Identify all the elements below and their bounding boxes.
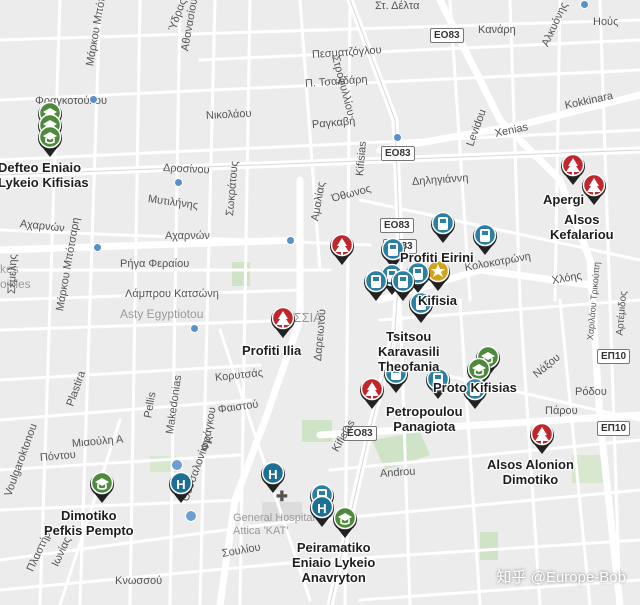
poi-label-line: Peiramatiko	[296, 540, 371, 555]
place-dot[interactable]	[190, 324, 199, 333]
poi-label-line: Lykeio Kifisias	[0, 175, 89, 190]
poi-label-line: Dimotiko	[502, 472, 559, 487]
area-label: Asty Egyptiotou	[120, 307, 204, 321]
park-pin-icon[interactable]	[359, 376, 385, 410]
svg-text:H: H	[268, 467, 277, 482]
poi-label-line: Petropoulou	[386, 404, 463, 419]
poi-label-line: Defteo Eniaio	[0, 160, 82, 175]
place-dot[interactable]	[174, 178, 183, 187]
poi-label-line: Apergi	[543, 192, 585, 207]
street-label: Σέμελης	[6, 253, 20, 295]
poi-label-line: Profiti Eirini	[400, 250, 474, 265]
street-label: Πάρου	[545, 405, 578, 417]
school-pin-icon[interactable]	[332, 505, 358, 539]
poi-label-line: Profiti Ilia	[242, 343, 302, 358]
metro-station-icon[interactable]	[185, 510, 197, 522]
green-area	[302, 420, 332, 442]
poi-label-kifisia[interactable]: Kifisia	[418, 293, 457, 308]
poi-label-line: Anavryton	[301, 570, 366, 585]
street-label: Νικολάου	[205, 107, 252, 122]
place-dot[interactable]	[580, 0, 589, 9]
transit-pin-icon[interactable]	[363, 268, 389, 302]
school-pin-icon[interactable]	[89, 470, 115, 504]
poi-label-line: Panagiota	[393, 419, 456, 434]
street-label: Αχαρνών	[165, 230, 210, 242]
poi-label-profiti-ilia[interactable]: Profiti Ilia	[242, 343, 301, 358]
poi-label-line: Proto Kifisias	[433, 380, 517, 395]
place-dot[interactable]	[89, 95, 98, 104]
poi-label-dimotiko-pefkis[interactable]: Dimotiko Pefkis Pempto	[44, 508, 134, 538]
street-label: Ηούς	[593, 16, 619, 28]
green-area	[232, 262, 250, 286]
road-shield: ΕΠ10	[597, 349, 631, 364]
street-label: Λάμπρου Κατσώνη	[125, 288, 219, 300]
place-dot[interactable]	[93, 243, 102, 252]
place-dot[interactable]	[286, 236, 295, 245]
transit-pin-icon[interactable]	[472, 222, 498, 256]
place-dot[interactable]	[393, 133, 402, 142]
poi-label-line: Theofania	[378, 359, 440, 374]
poi-label-line: Kefalariou	[550, 227, 614, 242]
street-label: Κνωσσού	[115, 575, 163, 587]
poi-label-line: Pefkis Pempto	[44, 523, 134, 538]
hospital-pin-icon[interactable]: H	[260, 460, 286, 494]
poi-label-apergi[interactable]: Apergi	[543, 192, 584, 207]
poi-label-line: Eniaio Lykeio	[292, 555, 376, 570]
poi-label-alsos-alonion[interactable]: Alsos Alonion Dimotiko	[487, 457, 574, 487]
poi-label-petropoulou[interactable]: Petropoulou Panagiota	[386, 404, 463, 434]
street-label: Στ. Δέλτα	[375, 0, 420, 12]
street-label: Androu	[379, 465, 416, 480]
poi-label-peiramatiko[interactable]: Peiramatiko Eniaio Lykeio Anavryton	[292, 540, 375, 585]
street-label: Ρήγα Φεραίου	[120, 258, 190, 270]
svg-text:H: H	[317, 501, 326, 516]
map-canvas[interactable]: Asty Egyptiotou General Hospital of Atti…	[0, 0, 640, 605]
road-shield: EO83	[380, 218, 414, 233]
park-pin-icon[interactable]	[270, 305, 296, 339]
poi-label-proto-kifisias[interactable]: Proto Kifisias	[433, 380, 517, 395]
transit-pin-icon[interactable]	[430, 210, 456, 244]
poi-label-line: Karavasili	[378, 344, 440, 359]
poi-label-alsos-kefalariou[interactable]: Alsos Kefalariou	[550, 212, 614, 242]
park-pin-icon[interactable]	[581, 172, 607, 206]
poi-label-profiti-eirini[interactable]: Profiti Eirini	[400, 250, 474, 265]
poi-label-line: Kifisia	[418, 293, 458, 308]
poi-label-line: Alsos	[564, 212, 600, 227]
poi-label-line: Alsos Alonion	[487, 457, 574, 472]
poi-label-line: Tsitsou	[386, 329, 432, 344]
poi-label-tsitsou[interactable]: Tsitsou Karavasili Theofania	[378, 329, 439, 374]
hospital-pin-icon[interactable]: H	[168, 470, 194, 504]
street-label: Ρόδου	[575, 386, 607, 398]
watermark: 知乎 @Europe-Bob	[496, 569, 626, 586]
svg-text:H: H	[176, 477, 185, 492]
road-shield: EO83	[430, 28, 464, 43]
road-shield: EO83	[381, 146, 415, 161]
street-label: Κανάρη	[478, 24, 516, 36]
poi-label-line: Dimotiko	[60, 508, 117, 523]
road-shield: ΕΠ10	[597, 421, 631, 436]
poi-label-defteo[interactable]: Defteo Eniaio Lykeio Kifisias	[0, 160, 89, 190]
school-pin-icon[interactable]	[37, 124, 63, 158]
park-pin-icon[interactable]	[329, 232, 355, 266]
park-pin-icon[interactable]	[529, 421, 555, 455]
green-area	[480, 532, 498, 560]
street-label: Δροσίνου	[162, 162, 210, 177]
